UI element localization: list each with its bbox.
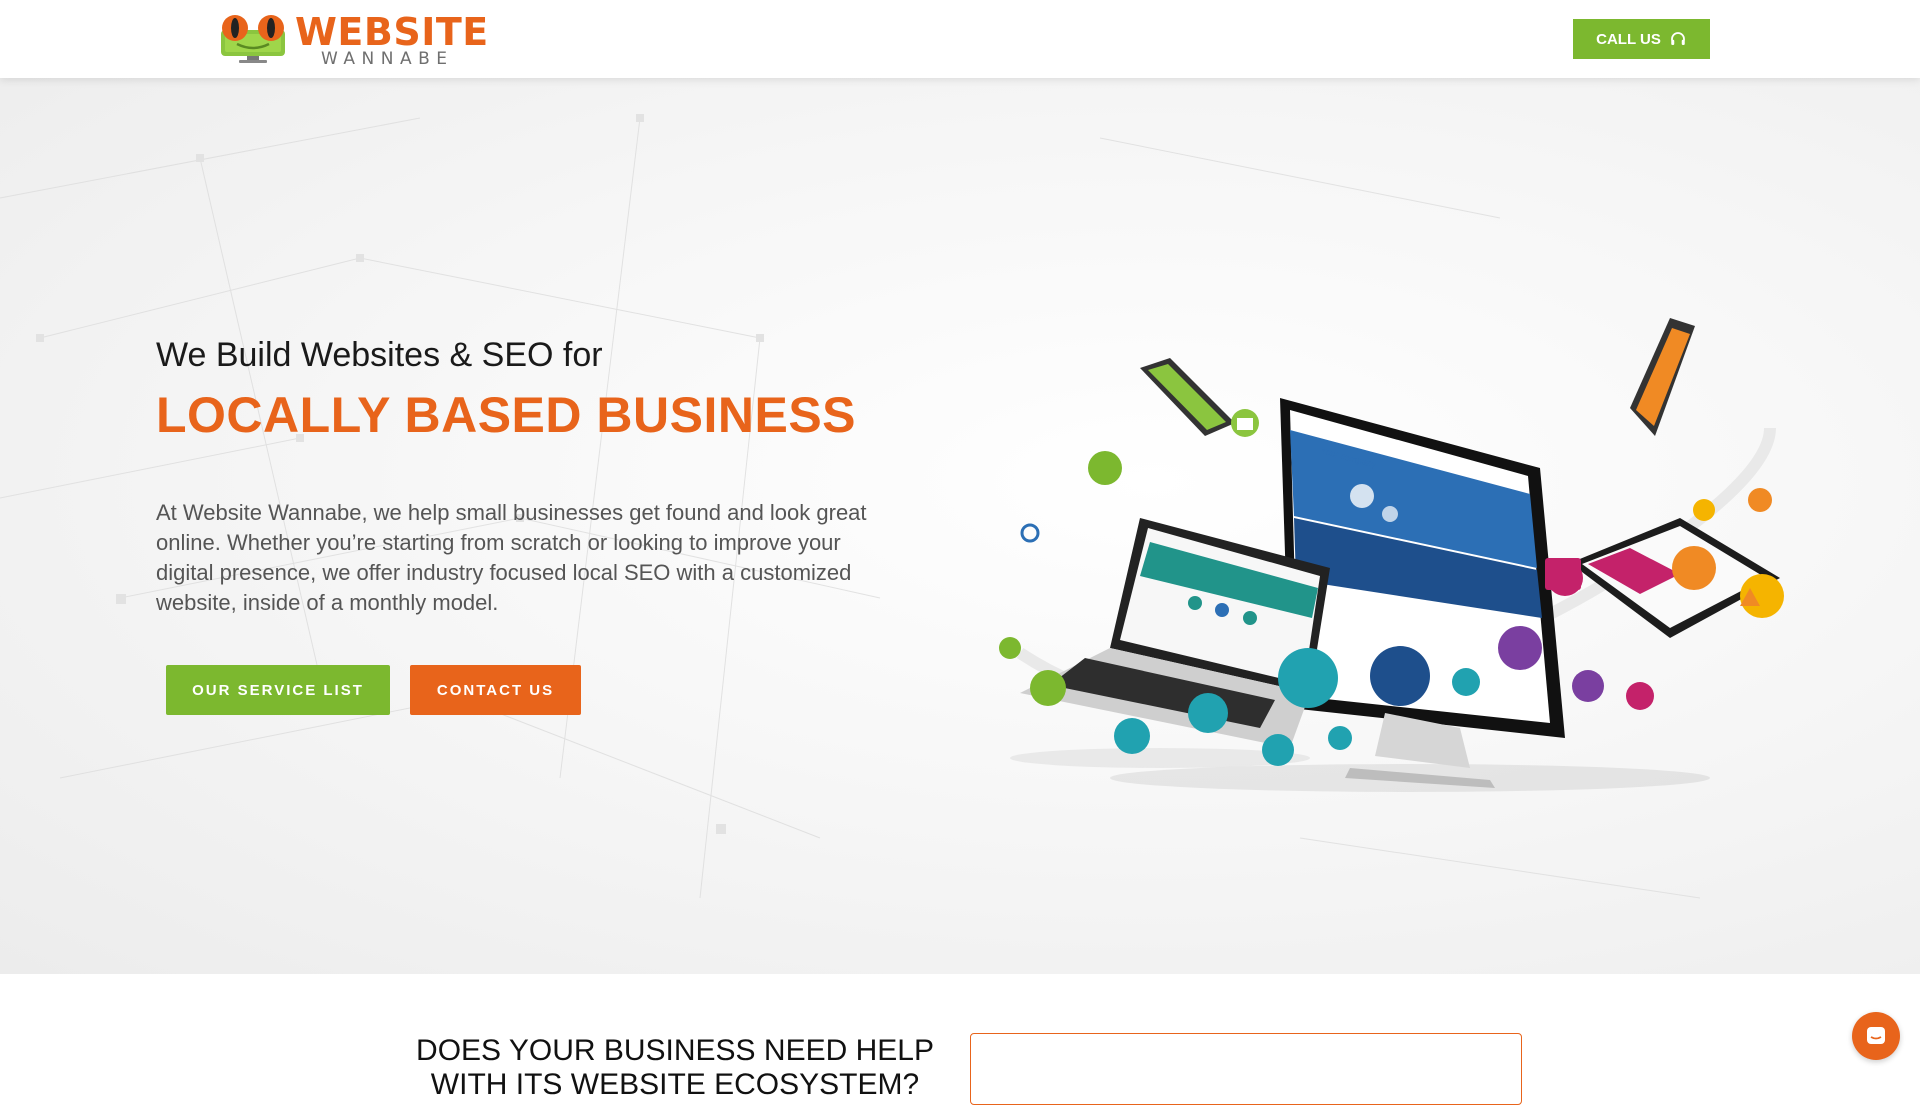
- phone-left: [1140, 358, 1235, 436]
- section-heading: DOES YOUR BUSINESS NEED HELP WITH ITS WE…: [416, 1034, 934, 1101]
- laptop: [1020, 518, 1330, 748]
- contact-us-button[interactable]: CONTACT US: [410, 665, 581, 715]
- site-header: WEBSITE WANNABE CALL US: [0, 0, 1920, 78]
- hero-subtitle: We Build Websites & SEO for: [156, 336, 603, 374]
- logo-text: WEBSITE: [295, 10, 489, 54]
- hero-title: LOCALLY BASED BUSINESS: [156, 387, 857, 443]
- call-us-button[interactable]: CALL US: [1573, 19, 1710, 59]
- hero-section: We Build Websites & SEO for LOCALLY BASE…: [0, 78, 1920, 974]
- chat-widget-button[interactable]: [1852, 1012, 1900, 1060]
- logo-subtext: WANNABE: [321, 49, 454, 69]
- devices-illustration: Your company: [999, 318, 1784, 792]
- contact-form-box[interactable]: [970, 1033, 1522, 1105]
- site-logo[interactable]: WEBSITE WANNABE: [217, 10, 488, 69]
- chat-icon: [1867, 1027, 1885, 1044]
- service-list-button[interactable]: OUR SERVICE LIST: [166, 665, 390, 715]
- call-us-label: CALL US: [1596, 30, 1661, 48]
- phone-right: [1630, 318, 1695, 436]
- frog-logo-icon: [221, 15, 285, 63]
- headset-icon: [1670, 32, 1685, 45]
- hero-description: At Website Wannabe, we help small busine…: [156, 500, 867, 615]
